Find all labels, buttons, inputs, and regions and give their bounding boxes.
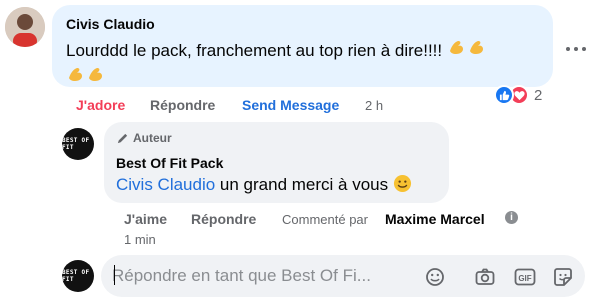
dot-icon	[582, 47, 586, 51]
mention-link[interactable]: Civis Claudio	[116, 175, 215, 194]
flexed-biceps-icon	[467, 36, 487, 63]
dot-icon	[574, 47, 578, 51]
composer-avatar[interactable]: BEST OF FIT	[62, 260, 94, 292]
comment-text: Lourddd le pack, franchement au top rien…	[66, 36, 546, 90]
page-avatar[interactable]: BEST OF FIT	[62, 128, 94, 160]
text-caret	[114, 265, 115, 285]
like-reaction-icon	[494, 85, 514, 105]
gif-icon[interactable]: GIF	[514, 266, 536, 288]
reply-timestamp[interactable]: 1 min	[124, 232, 156, 247]
author-badge: Auteur	[116, 131, 172, 145]
svg-text:GIF: GIF	[518, 274, 531, 283]
flexed-biceps-icon	[447, 36, 467, 63]
reaction-count: 2	[534, 86, 543, 104]
page-logo: BEST OF FIT	[62, 137, 90, 151]
dot-icon	[566, 47, 570, 51]
reply-body: un grand merci à vous	[215, 175, 389, 194]
reactions-summary[interactable]: 2	[494, 85, 542, 105]
pen-icon	[117, 133, 128, 143]
reply-button[interactable]: Répondre	[191, 211, 256, 227]
flexed-biceps-icon	[86, 63, 106, 90]
profile-photo	[5, 7, 45, 47]
reply-input[interactable]	[112, 262, 412, 290]
comment-author[interactable]: Civis Claudio	[66, 16, 155, 32]
commenter-avatar[interactable]	[5, 7, 45, 47]
more-options-button[interactable]	[566, 44, 586, 54]
flexed-biceps-icon	[66, 63, 86, 90]
sticker-icon[interactable]	[552, 266, 574, 288]
comment-timestamp[interactable]: 2 h	[365, 98, 383, 113]
commented-by-name[interactable]: Maxime Marcel	[385, 211, 485, 227]
smiling-face-icon	[393, 174, 412, 200]
reply-author[interactable]: Best Of Fit Pack	[116, 155, 223, 171]
reply-button[interactable]: Répondre	[150, 97, 215, 113]
comment-body: Lourddd le pack, franchement au top rien…	[66, 41, 443, 60]
send-message-button[interactable]: Send Message	[242, 97, 339, 113]
page-logo: BEST OF FIT	[62, 269, 90, 283]
camera-icon[interactable]	[474, 266, 496, 288]
like-button[interactable]: J'aime	[124, 211, 167, 227]
love-button[interactable]: J'adore	[76, 97, 125, 113]
author-badge-label: Auteur	[133, 131, 172, 145]
commented-by-prefix: Commenté par	[282, 212, 368, 227]
emoji-icon[interactable]	[424, 266, 446, 288]
reply-text: Civis Claudio un grand merci à vous	[116, 172, 412, 200]
